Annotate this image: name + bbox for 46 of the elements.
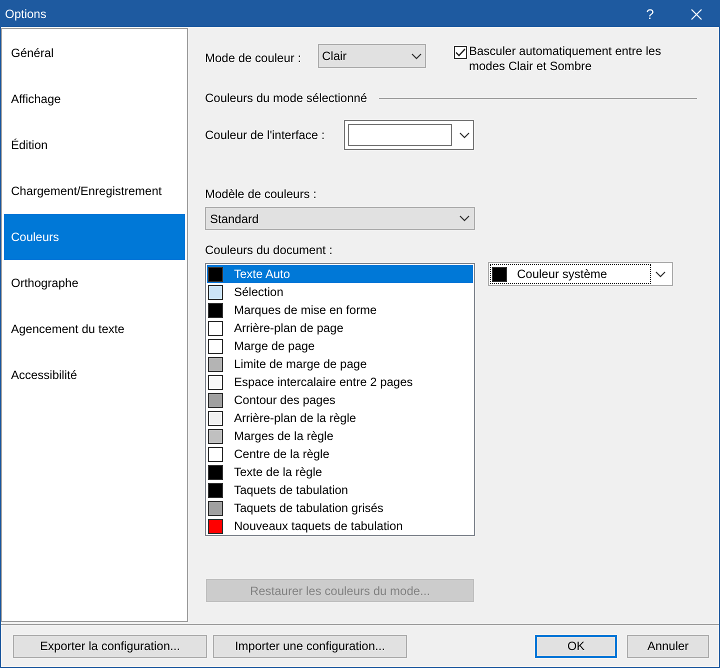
sidebar-item[interactable]: Affichage [4,76,185,122]
checkbox-label: Basculer automatiquement entre les modes Clair et Sombre [469,44,662,74]
color-dropdown[interactable] [344,120,474,150]
sidebar-item[interactable]: Accessibilité [4,352,185,398]
field-label: Couleurs du document : [205,242,334,258]
list-item[interactable]: Contour des pages [207,391,473,409]
list-item[interactable]: Marge de page [207,337,473,355]
field-label: Modèle de couleurs : [205,186,318,202]
list-item[interactable]: Taquets de tabulation [207,481,473,499]
chevron-down-icon [459,132,470,138]
check-icon [455,48,466,57]
section-title: Couleurs du mode sélectionné [205,90,368,106]
dialog-button[interactable]: OK [535,634,617,658]
field-label: Couleur de l'interface : [205,127,326,143]
checkbox[interactable] [454,46,467,59]
list-item[interactable]: Marques de mise en forme [207,301,473,319]
list-item[interactable]: Limite de marge de page [207,355,473,373]
close-icon [690,8,702,20]
chevron-down-icon [459,215,470,222]
dialog-button[interactable]: Importer une configuration... [213,634,407,658]
sidebar-item[interactable]: Couleurs [4,214,185,260]
help-button[interactable]: ? [627,1,673,27]
chevron-down-icon [655,270,666,278]
chevron-down-icon [411,52,422,60]
list-item[interactable]: Texte de la règle [207,463,473,481]
list-item[interactable]: Espace intercalaire entre 2 pages [207,373,473,391]
list-item[interactable]: Centre de la règle [207,445,473,463]
list-item[interactable]: Arrière-plan de la règle [207,409,473,427]
dialog-button[interactable]: Annuler [627,634,709,658]
sidebar-item[interactable]: Général [4,30,185,76]
list-item[interactable]: Arrière-plan de page [207,319,473,337]
list-item[interactable]: Sélection [207,283,473,301]
sidebar-item[interactable]: Agencement du texte [4,306,185,352]
dropdown[interactable]: Standard [205,207,475,230]
field-label: Mode de couleur : [205,50,302,66]
sidebar-item[interactable]: Chargement/Enregistrement [4,168,185,214]
sidebar-item[interactable]: Orthographe [4,260,185,306]
dialog-button[interactable]: Exporter la configuration... [13,634,207,658]
list-item[interactable]: Taquets de tabulation grisés [207,499,473,517]
color-dropdown[interactable]: Couleur système [488,262,673,286]
list-item[interactable]: Nouveaux taquets de tabulation [207,517,473,535]
list-item[interactable]: Texte Auto [207,265,473,283]
list-item[interactable]: Marges de la règle [207,427,473,445]
window-title: Options [5,6,48,22]
dropdown[interactable]: Clair [318,44,426,68]
sidebar-item[interactable]: Édition [4,122,185,168]
